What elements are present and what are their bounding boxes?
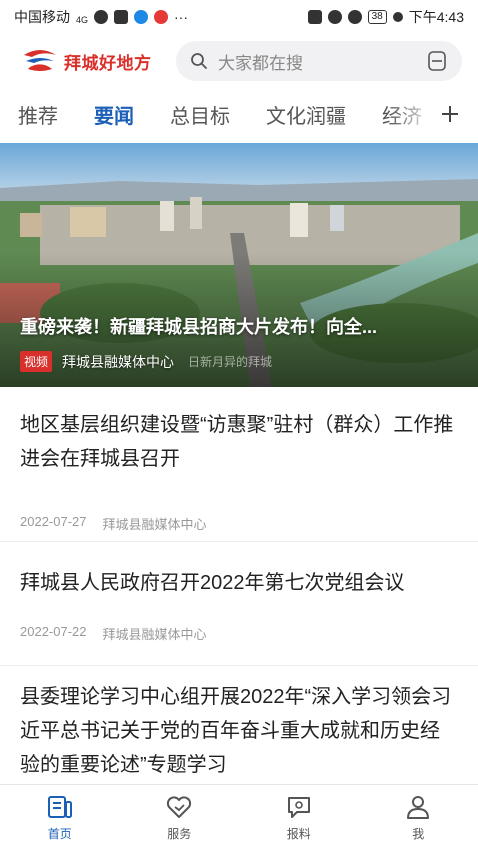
nav-report[interactable]: 报料 [239, 785, 359, 850]
nav-home[interactable]: 首页 [0, 785, 120, 850]
news-list: 地区基层组织建设暨“访惠聚”驻村（群众）工作推进会在拜城县召开 2022-07-… [0, 388, 478, 782]
news-title[interactable]: 县委理论学习中心组开展2022年“深入学习领会习近平总书记关于党的百年奋斗重大成… [20, 680, 458, 782]
network-label: 4G [76, 15, 89, 25]
news-date: 2022-07-22 [20, 624, 87, 639]
hero-watermark: 日新月异的拜城 [188, 355, 273, 369]
app-logo[interactable]: 拜城好地方 [20, 47, 170, 75]
search-bar[interactable]: 大家都在搜 [176, 41, 462, 81]
hero-source: 拜城县融媒体中心 [62, 353, 175, 370]
wifi-icon [94, 10, 109, 24]
nav-service[interactable]: 服务 [120, 785, 240, 850]
report-message-icon [287, 797, 310, 818]
carrier-label: 中国移动 [14, 9, 70, 25]
battery-icon: 38 [367, 10, 387, 24]
news-item[interactable]: 地区基层组织建设暨“访惠聚”驻村（群众）工作推进会在拜城县召开 2022-07-… [0, 388, 478, 542]
nav-label: 服务 [167, 827, 192, 841]
news-item[interactable]: 拜城县人民政府召开2022年第七次党组会议 2022-07-22 拜城县融媒体中… [0, 542, 478, 666]
tab-recommend[interactable]: 推荐 [18, 100, 58, 129]
heart-service-icon [167, 796, 192, 818]
search-icon [191, 53, 207, 69]
bottom-nav: 首页 服务 报料 我 [0, 784, 478, 850]
news-item[interactable]: 县委理论学习中心组开展2022年“深入学习领会习近平总书记关于党的百年奋斗重大成… [0, 666, 478, 782]
nav-label: 我 [412, 827, 425, 841]
hero-title[interactable]: 重磅来袭！新疆拜城县招商大片发布！向全... [20, 313, 450, 339]
nav-label: 报料 [286, 827, 311, 841]
notification-icon [114, 10, 129, 24]
eye-icon [327, 10, 342, 24]
news-meta: 2022-07-22 拜城县融媒体中心 [20, 624, 458, 643]
more-notifications-icon: ··· [174, 9, 189, 25]
alarm-icon [347, 10, 362, 24]
logo-mark-icon [24, 50, 56, 71]
clock-time: 下午4:43 [408, 9, 464, 25]
add-tab-icon[interactable] [440, 104, 460, 124]
leaf-icon [392, 12, 403, 22]
search-input[interactable]: 大家都在搜 [218, 49, 426, 74]
status-left: 中国移动 4G ··· [14, 7, 188, 27]
news-source: 拜城县融媒体中心 [102, 517, 207, 532]
home-news-icon [47, 796, 72, 818]
hero-banner[interactable]: 重磅来袭！新疆拜城县招商大片发布！向全... 视频 拜城县融媒体中心 日新月异的… [0, 143, 478, 387]
tab-culture[interactable]: 文化润疆 [266, 100, 346, 129]
app-notification-icon [134, 10, 149, 24]
weibo-icon [154, 10, 169, 24]
status-right: 38 下午4:43 [307, 7, 464, 27]
status-bar: 中国移动 4G ··· 38 下午4:43 [0, 0, 478, 34]
news-date: 2022-07-27 [20, 514, 87, 529]
nav-label: 首页 [47, 827, 72, 841]
tab-headlines[interactable]: 要闻 [94, 100, 134, 129]
video-badge: 视频 [20, 351, 53, 372]
hero-meta: 视频 拜城县融媒体中心 日新月异的拜城 [20, 351, 272, 372]
news-title[interactable]: 地区基层组织建设暨“访惠聚”驻村（群众）工作推进会在拜城县召开 [20, 408, 458, 476]
tabs-fade [388, 92, 478, 136]
logo-text: 拜城好地方 [64, 53, 152, 73]
news-meta: 2022-07-27 拜城县融媒体中心 [20, 514, 458, 533]
profile-icon [407, 796, 430, 819]
category-tabs: 推荐 要闻 总目标 文化润疆 经济 [0, 92, 478, 136]
app-header: 拜城好地方 大家都在搜 [0, 38, 478, 84]
hd-icon [307, 10, 322, 24]
nav-me[interactable]: 我 [359, 785, 478, 850]
tab-general-goal[interactable]: 总目标 [170, 100, 230, 129]
news-title[interactable]: 拜城县人民政府召开2022年第七次党组会议 [20, 566, 458, 600]
scan-icon[interactable] [426, 50, 448, 72]
news-source: 拜城县融媒体中心 [102, 627, 207, 642]
